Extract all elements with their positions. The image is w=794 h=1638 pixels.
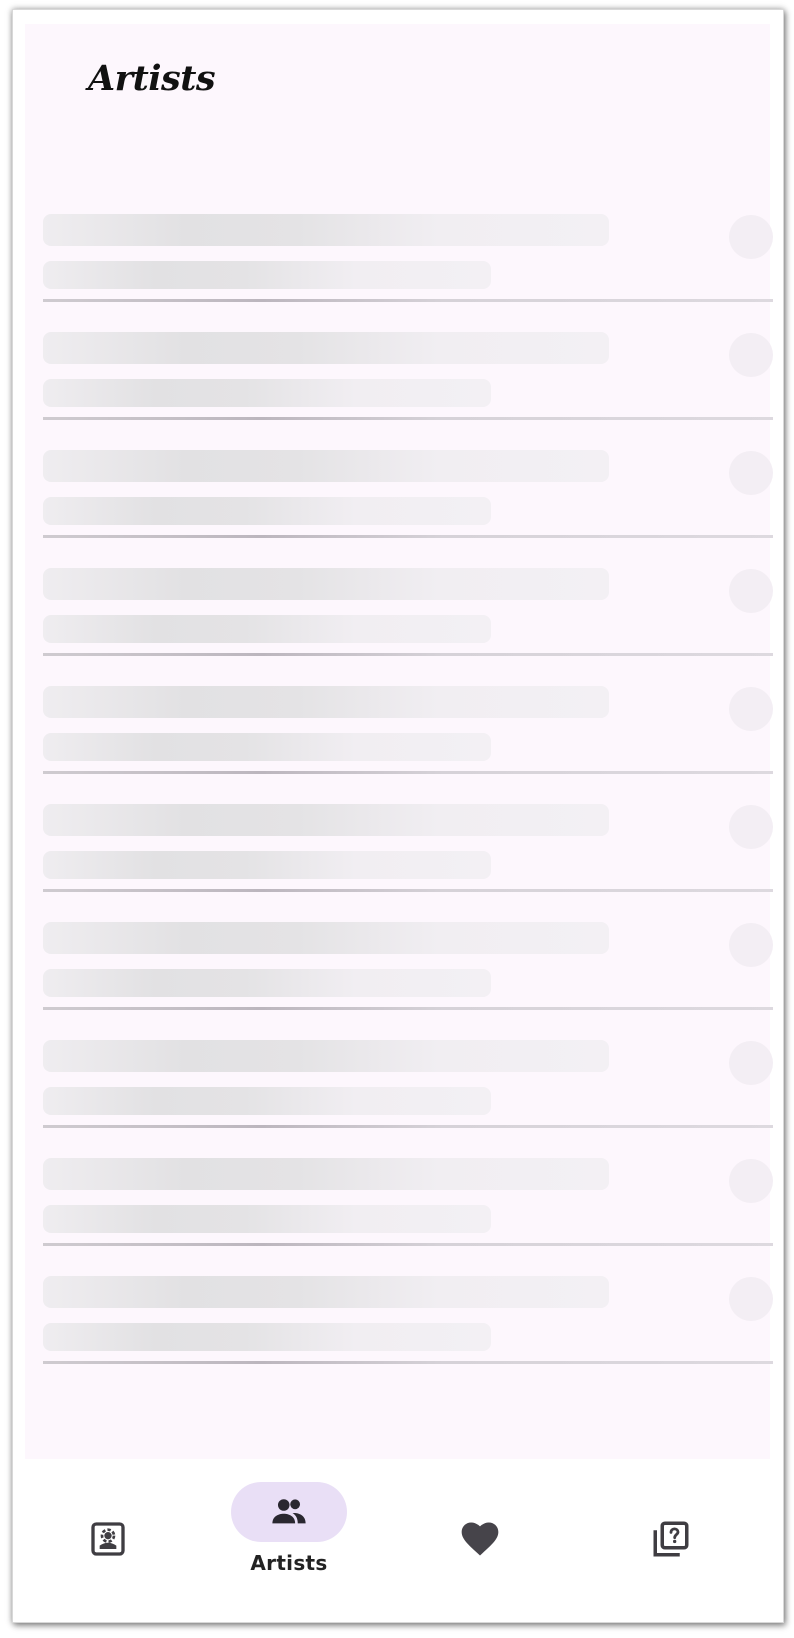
page-title: Artists	[88, 58, 216, 99]
list-item[interactable]	[25, 1158, 773, 1276]
skeleton-subtitle	[43, 497, 491, 525]
skeleton-title	[43, 804, 609, 836]
skeleton-subtitle	[43, 379, 491, 407]
skeleton-title	[43, 1158, 609, 1190]
nav-icon-container	[422, 1509, 538, 1569]
skeleton-title	[43, 568, 609, 600]
artists-screen: Artists	[25, 24, 773, 1459]
divider	[43, 535, 773, 538]
skeleton-subtitle	[43, 851, 491, 879]
divider	[43, 1125, 773, 1128]
divider	[43, 1361, 773, 1364]
skeleton-title	[43, 1040, 609, 1072]
skeleton-title	[43, 450, 609, 482]
nav-icon-container-active	[231, 1482, 347, 1542]
divider	[43, 771, 773, 774]
nav-label-artists: Artists	[250, 1551, 328, 1575]
skeleton-avatar	[729, 569, 773, 613]
skeleton-avatar	[729, 215, 773, 259]
skeleton-avatar	[729, 805, 773, 849]
skeleton-title	[43, 686, 609, 718]
list-item[interactable]	[25, 450, 773, 568]
skeleton-subtitle	[43, 1087, 491, 1115]
skeleton-avatar	[729, 333, 773, 377]
skeleton-title	[43, 214, 609, 246]
app-window: Artists Artists	[12, 9, 784, 1623]
skeleton-avatar	[729, 1159, 773, 1203]
divider	[43, 653, 773, 656]
skeleton-subtitle	[43, 969, 491, 997]
skeleton-subtitle	[43, 615, 491, 643]
divider	[43, 299, 773, 302]
list-item[interactable]	[25, 214, 773, 332]
photo-album-icon	[91, 1522, 125, 1556]
skeleton-title	[43, 1276, 609, 1308]
artists-icon	[272, 1499, 306, 1524]
nav-item-album[interactable]	[13, 1459, 203, 1622]
nav-item-artists[interactable]: Artists	[194, 1459, 384, 1622]
list-item[interactable]	[25, 1040, 773, 1158]
skeleton-subtitle	[43, 1323, 491, 1351]
quiz-library-icon	[653, 1521, 689, 1557]
skeleton-avatar	[729, 1041, 773, 1085]
skeleton-subtitle	[43, 1205, 491, 1233]
divider	[43, 1243, 773, 1246]
nav-item-favorites[interactable]	[385, 1459, 575, 1622]
skeleton-avatar	[729, 923, 773, 967]
heart-icon	[461, 1522, 499, 1556]
bottom-navigation: Artists	[13, 1459, 783, 1622]
divider	[43, 1007, 773, 1010]
list-item[interactable]	[25, 686, 773, 804]
list-item[interactable]	[25, 804, 773, 922]
list-item[interactable]	[25, 332, 773, 450]
nav-item-quiz[interactable]	[576, 1459, 766, 1622]
skeleton-title	[43, 332, 609, 364]
nav-icon-container	[613, 1509, 729, 1569]
list-item[interactable]	[25, 922, 773, 1040]
skeleton-subtitle	[43, 733, 491, 761]
artist-list[interactable]	[25, 214, 773, 1394]
list-item[interactable]	[25, 568, 773, 686]
divider	[43, 417, 773, 420]
divider	[43, 889, 773, 892]
skeleton-avatar	[729, 687, 773, 731]
list-item[interactable]	[25, 1276, 773, 1394]
skeleton-avatar	[729, 451, 773, 495]
skeleton-subtitle	[43, 261, 491, 289]
nav-icon-container	[50, 1509, 166, 1569]
skeleton-title	[43, 922, 609, 954]
skeleton-avatar	[729, 1277, 773, 1321]
